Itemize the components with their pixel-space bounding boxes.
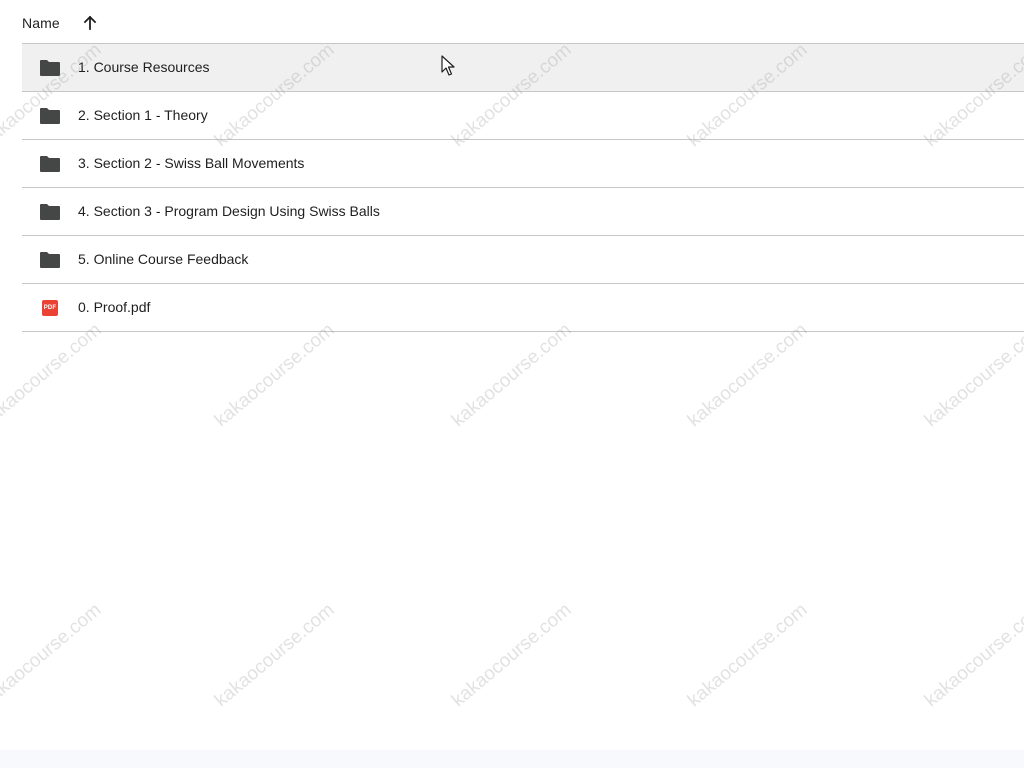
pdf-icon: PDF — [39, 298, 61, 318]
folder-icon — [39, 250, 61, 270]
watermark: kakaocourse.com — [0, 599, 106, 712]
pdf-badge: PDF — [42, 300, 58, 316]
file-row-section-2-swiss-ball-movements[interactable]: 3. Section 2 - Swiss Ball Movements — [22, 140, 1024, 188]
watermark: kakaocourse.com — [447, 599, 576, 712]
file-name: 0. Proof.pdf — [78, 299, 151, 315]
watermark: kakaocourse.com — [683, 599, 812, 712]
folder-icon — [39, 154, 61, 174]
bottom-strip — [0, 750, 1024, 768]
watermark: kakaocourse.com — [210, 599, 339, 712]
file-row-section-3-program-design[interactable]: 4. Section 3 - Program Design Using Swis… — [22, 188, 1024, 236]
file-name: 2. Section 1 - Theory — [78, 107, 208, 123]
watermark: kakaocourse.com — [920, 319, 1024, 432]
watermark: kakaocourse.com — [447, 319, 576, 432]
watermark: kakaocourse.com — [683, 319, 812, 432]
watermark: kakaocourse.com — [0, 319, 106, 432]
folder-icon — [39, 106, 61, 126]
list-header: Name — [0, 0, 1024, 44]
name-column-header[interactable]: Name — [22, 15, 60, 31]
folder-icon — [39, 202, 61, 222]
file-row-proof-pdf[interactable]: PDF 0. Proof.pdf — [22, 284, 1024, 332]
file-name: 4. Section 3 - Program Design Using Swis… — [78, 203, 380, 219]
file-row-course-resources[interactable]: 1. Course Resources — [22, 44, 1024, 92]
file-browser: Name 1. Course Resources 2. Section 1 - … — [0, 0, 1024, 768]
file-name: 3. Section 2 - Swiss Ball Movements — [78, 155, 305, 171]
file-row-section-1-theory[interactable]: 2. Section 1 - Theory — [22, 92, 1024, 140]
watermark: kakaocourse.com — [210, 319, 339, 432]
file-name: 5. Online Course Feedback — [78, 251, 249, 267]
sort-button[interactable] — [78, 11, 102, 35]
file-name: 1. Course Resources — [78, 59, 210, 75]
arrow-up-icon — [83, 15, 97, 30]
watermark: kakaocourse.com — [920, 599, 1024, 712]
file-row-online-course-feedback[interactable]: 5. Online Course Feedback — [22, 236, 1024, 284]
file-list: 1. Course Resources 2. Section 1 - Theor… — [22, 43, 1024, 332]
folder-icon — [39, 58, 61, 78]
